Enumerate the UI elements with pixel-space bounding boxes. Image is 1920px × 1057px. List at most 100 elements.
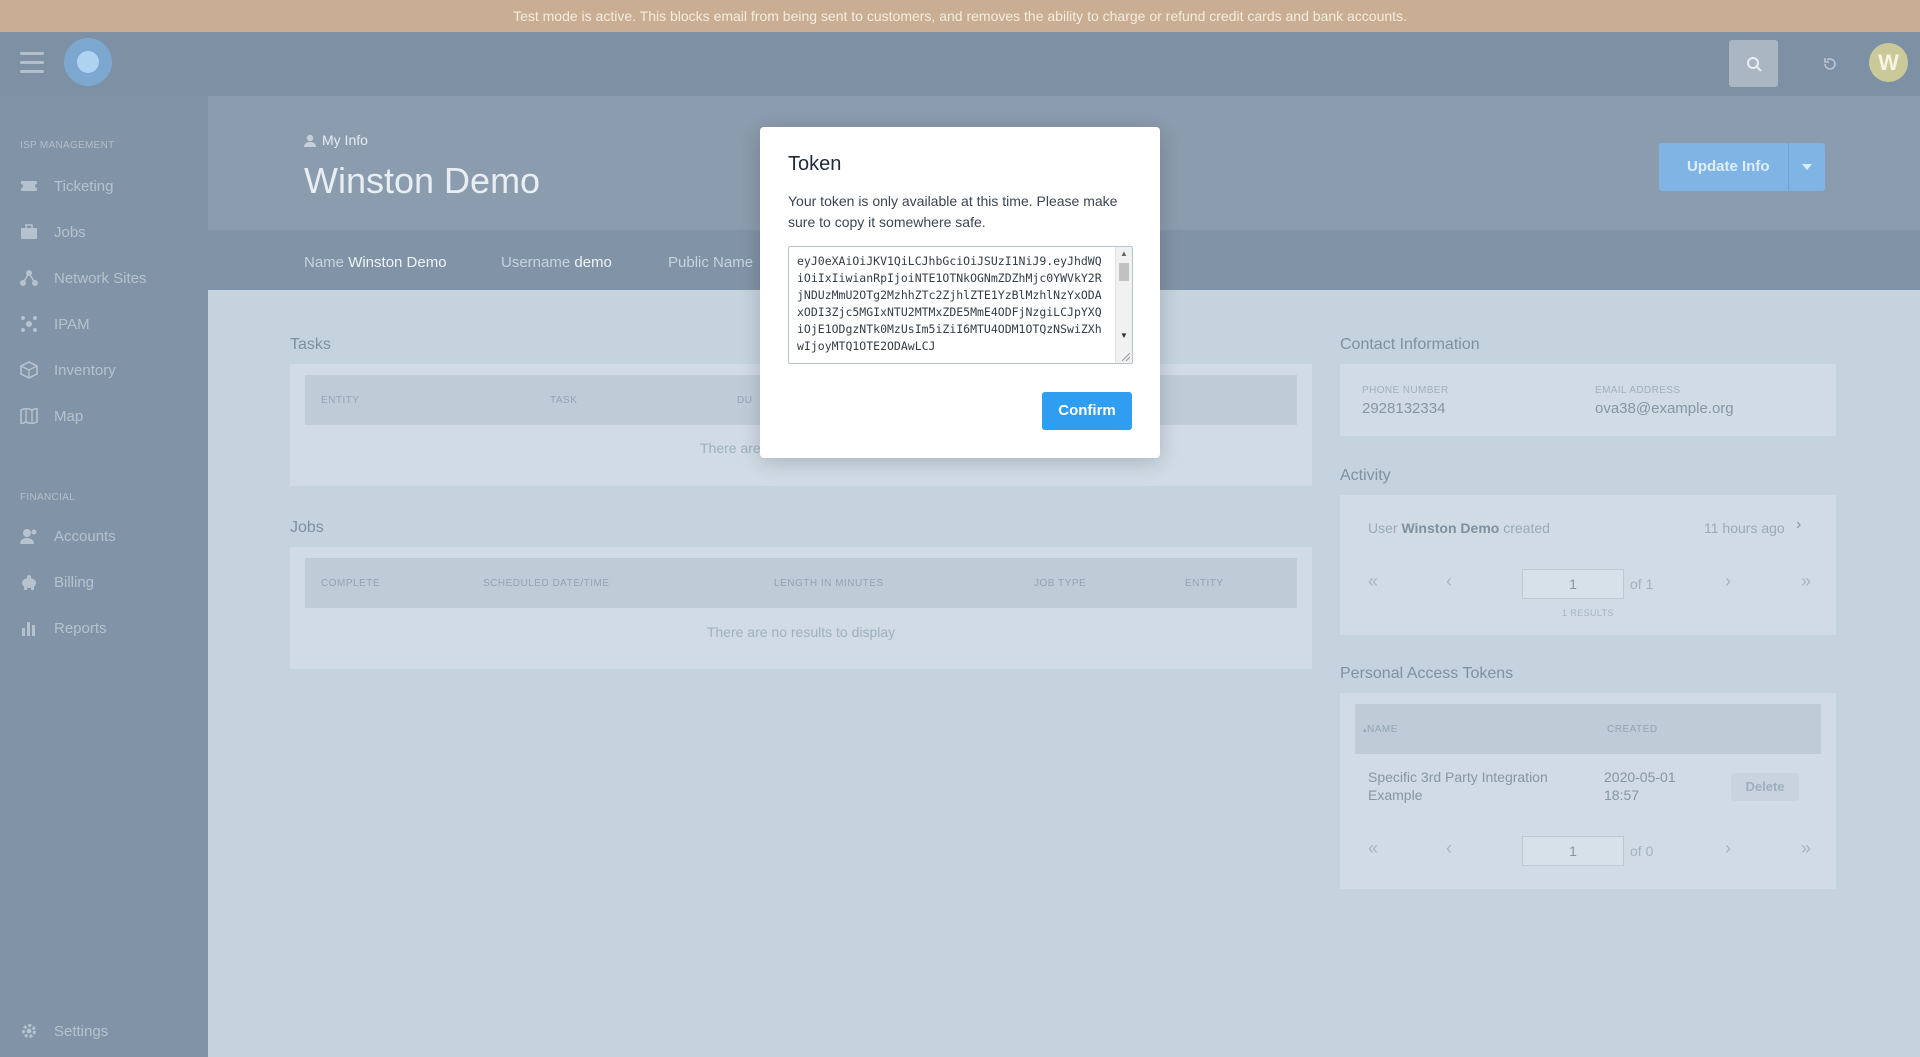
phone-value: 2928132334 xyxy=(1362,400,1446,417)
scroll-up-icon[interactable]: ▲ xyxy=(1120,249,1128,258)
tokens-table-header: ▴NAME CREATED xyxy=(1355,704,1821,754)
phone-label: PHONE NUMBER xyxy=(1362,385,1449,396)
update-info-button[interactable]: Update Info xyxy=(1659,143,1825,191)
contact-card: PHONE NUMBER 2928132334 EMAIL ADDRESS ov… xyxy=(1340,364,1836,436)
briefcase-icon xyxy=(20,223,38,241)
activity-entry-time: 11 hours ago xyxy=(1704,520,1785,536)
tasks-col-task[interactable]: TASK xyxy=(550,395,577,406)
sidebar-item-label: Jobs xyxy=(54,223,86,241)
map-icon xyxy=(20,407,38,425)
activity-title: Activity xyxy=(1340,467,1391,484)
search-button[interactable] xyxy=(1729,40,1778,87)
sidebar-item-ipam[interactable]: IPAM xyxy=(20,313,90,335)
sidebar-item-label: Accounts xyxy=(54,527,116,545)
breadcrumb[interactable]: My Info xyxy=(304,132,368,148)
tokens-page-of: of 0 xyxy=(1630,843,1654,859)
gear-icon xyxy=(20,1022,38,1040)
section-label-financial: FINANCIAL xyxy=(20,492,75,503)
token-scrollbar[interactable]: ▲ ▼ xyxy=(1115,247,1132,363)
tokens-col-created[interactable]: CREATED xyxy=(1607,724,1658,735)
sidebar-item-label: Reports xyxy=(54,619,107,637)
sidebar-item-ticketing[interactable]: Ticketing xyxy=(20,175,113,197)
jobs-title: Jobs xyxy=(290,519,324,536)
token-textarea[interactable]: eyJ0eXAiOiJKV1QiLCJhbGciOiJSUzI1NiJ9.eyJ… xyxy=(788,246,1133,364)
sidebar-item-label: Inventory xyxy=(54,361,116,379)
last-page-icon[interactable]: » xyxy=(1801,838,1811,859)
activity-card: User Winston Demo created 11 hours ago ›… xyxy=(1340,495,1836,635)
sidebar-item-settings[interactable]: Settings xyxy=(20,1020,108,1042)
jobs-col-complete[interactable]: COMPLETE xyxy=(321,578,380,589)
first-page-icon[interactable]: « xyxy=(1368,571,1378,592)
tasks-col-entity[interactable]: ENTITY xyxy=(321,395,360,406)
token-created: 2020-05-01 18:57 xyxy=(1604,769,1676,803)
sidebar-item-label: Settings xyxy=(54,1022,109,1040)
update-info-dropdown[interactable] xyxy=(1788,143,1825,191)
jobs-col-scheduled[interactable]: SCHEDULED DATE/TIME xyxy=(483,578,610,589)
resize-grip-icon[interactable] xyxy=(1120,351,1130,361)
jobs-card: COMPLETE SCHEDULED DATE/TIME LENGTH IN M… xyxy=(290,547,1312,669)
scroll-thumb[interactable] xyxy=(1119,263,1129,281)
sidebar-item-inventory[interactable]: Inventory xyxy=(20,359,116,381)
sidebar-item-label: Ticketing xyxy=(54,177,114,195)
last-page-icon[interactable]: » xyxy=(1801,571,1811,592)
confirm-button[interactable]: Confirm xyxy=(1042,392,1132,430)
jobs-col-entity[interactable]: ENTITY xyxy=(1185,578,1224,589)
sidebar-item-reports[interactable]: Reports xyxy=(20,617,107,639)
test-mode-banner: Test mode is active. This blocks email f… xyxy=(0,0,1920,32)
tasks-empty-message: There are xyxy=(700,440,761,456)
hamburger-menu-icon[interactable] xyxy=(20,52,44,74)
piggy-bank-icon xyxy=(20,573,38,591)
sidebar-item-accounts[interactable]: Accounts xyxy=(20,525,116,547)
tokens-title: Personal Access Tokens xyxy=(1340,665,1514,682)
sidebar-item-label: Billing xyxy=(54,573,95,591)
breadcrumb-label: My Info xyxy=(322,132,368,148)
tasks-col-due[interactable]: DU xyxy=(737,395,752,406)
section-label-isp-management: ISP MANAGEMENT xyxy=(20,140,115,151)
tasks-title: Tasks xyxy=(290,336,331,353)
next-page-icon[interactable]: › xyxy=(1725,571,1731,592)
token-name: Specific 3rd Party Integration Example xyxy=(1368,769,1548,803)
sidebar-item-jobs[interactable]: Jobs xyxy=(20,221,86,243)
page-title: Winston Demo xyxy=(304,160,541,201)
chevron-right-icon[interactable]: › xyxy=(1796,516,1801,534)
tokens-card: ▴NAME CREATED Specific 3rd Party Integra… xyxy=(1340,693,1836,889)
email-label: EMAIL ADDRESS xyxy=(1595,385,1681,396)
scroll-down-icon[interactable]: ▼ xyxy=(1120,331,1128,340)
caret-down-icon xyxy=(1802,164,1812,170)
sidebar-item-network-sites[interactable]: Network Sites xyxy=(20,267,147,289)
sidebar-item-billing[interactable]: Billing xyxy=(20,571,94,593)
delete-token-button[interactable]: Delete xyxy=(1731,773,1799,801)
first-page-icon[interactable]: « xyxy=(1368,838,1378,859)
meta-username: Username demo xyxy=(501,254,612,271)
user-avatar[interactable]: W xyxy=(1869,43,1908,82)
jobs-col-length[interactable]: LENGTH IN MINUTES xyxy=(774,578,884,589)
tokens-col-name[interactable]: ▴NAME xyxy=(1363,724,1398,735)
contact-title: Contact Information xyxy=(1340,336,1480,353)
refresh-button[interactable] xyxy=(1810,44,1850,84)
jobs-col-job-type[interactable]: JOB TYPE xyxy=(1034,578,1086,589)
jobs-empty-message: There are no results to display xyxy=(706,624,896,640)
sidebar-item-label: IPAM xyxy=(54,315,90,333)
users-icon xyxy=(20,527,38,545)
activity-page-of: of 1 xyxy=(1630,576,1654,592)
activity-entry[interactable]: User Winston Demo created xyxy=(1368,520,1550,536)
modal-message: Your token is only available at this tim… xyxy=(788,193,1118,230)
activity-page-input[interactable]: 1 xyxy=(1522,569,1624,599)
top-bar: W xyxy=(0,32,1920,96)
table-row: Specific 3rd Party Integration Example 2… xyxy=(1355,754,1821,816)
search-icon xyxy=(1746,56,1762,72)
token-value[interactable]: eyJ0eXAiOiJKV1QiLCJhbGciOiJSUzI1NiJ9.eyJ… xyxy=(797,253,1107,355)
sidebar-item-label: Network Sites xyxy=(54,269,147,287)
email-value: ova38@example.org xyxy=(1595,400,1734,417)
prev-page-icon[interactable]: ‹ xyxy=(1446,838,1452,859)
app-logo[interactable] xyxy=(64,38,112,86)
sidebar-item-map[interactable]: Map xyxy=(20,405,83,427)
ipam-icon xyxy=(20,315,38,333)
update-info-label: Update Info xyxy=(1687,158,1770,175)
next-page-icon[interactable]: › xyxy=(1725,838,1731,859)
prev-page-icon[interactable]: ‹ xyxy=(1446,571,1452,592)
ticket-icon xyxy=(20,177,38,195)
user-icon xyxy=(304,134,316,147)
network-icon xyxy=(20,269,38,287)
tokens-page-input[interactable]: 1 xyxy=(1522,836,1624,866)
